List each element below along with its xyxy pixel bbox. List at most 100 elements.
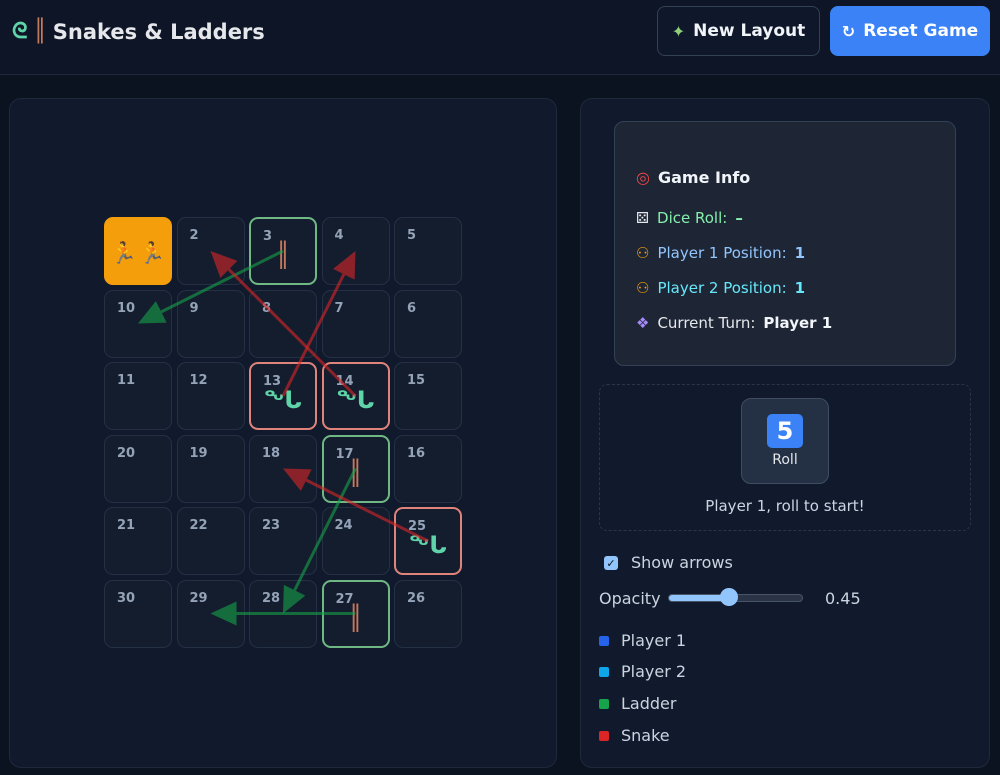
board-cell-29: 29 <box>176 579 245 648</box>
current-turn-label: Current Turn: <box>657 314 756 332</box>
game-info-title: ◎ Game Info <box>636 168 750 187</box>
opacity-value: 0.45 <box>825 589 861 608</box>
board-cell-25: 25 ᖓ <box>394 507 462 575</box>
legend-swatch <box>599 730 609 741</box>
roll-button[interactable]: 5 Roll <box>741 398 829 484</box>
cell-number: 30 <box>117 590 136 606</box>
board-cell-20: 20 <box>104 434 172 503</box>
board-cell-14: 14 ᖓ <box>321 362 390 430</box>
snake-icon: ᘓ <box>12 19 28 44</box>
show-arrows-checkbox[interactable]: ✓ <box>604 556 618 570</box>
ladder-icon: ║ <box>348 603 363 632</box>
show-arrows-label[interactable]: Show arrows <box>631 553 733 572</box>
board-cell-6: 6 <box>394 289 462 358</box>
cell-number: 12 <box>189 373 208 388</box>
cell-number: 18 <box>262 445 281 461</box>
player2-token-icon: 🏃 <box>139 240 166 265</box>
cell-number: 9 <box>189 300 199 316</box>
runner-icon: ⚇ <box>636 244 650 262</box>
board-cell-12: 12 <box>176 362 245 430</box>
board-cell-3: 3 ║ <box>249 217 317 285</box>
gamepad-icon: ❖ <box>636 314 650 332</box>
board-cell-5: 5 <box>394 217 462 285</box>
board-cell-24: 24 <box>321 507 390 575</box>
dice-face-icon: 5 <box>767 414 803 448</box>
cell-number: 10 <box>117 300 136 316</box>
board-cell-17: 17 ║ <box>321 434 390 503</box>
board-cell-18: 18 <box>249 434 317 503</box>
board-cell-26: 26 <box>394 579 462 648</box>
board-cell-28: 28 <box>249 579 317 648</box>
board-cell-27: 27 ║ <box>321 579 390 648</box>
legend-item-snake: Snake <box>599 726 670 745</box>
game-info-title-text: Game Info <box>657 168 751 187</box>
snake-icon: ᖓ <box>408 531 448 559</box>
legend-swatch <box>599 698 609 709</box>
snake-icon: ᖓ <box>263 386 303 414</box>
ladder-icon: ║ <box>348 458 363 487</box>
board-cell-10: 10 <box>104 289 172 358</box>
cell-number: 15 <box>407 373 426 388</box>
snake-icon: ᖓ <box>336 386 375 414</box>
board-cell-8: 8 <box>249 289 317 358</box>
dice-roll-label: Dice Roll: <box>657 209 728 227</box>
ladder-icon: ║ <box>33 19 47 44</box>
board-cell-21: 21 <box>104 507 172 575</box>
legend-swatch <box>599 635 609 646</box>
legend-item-player2: Player 2 <box>599 662 686 681</box>
cell-number: 8 <box>262 300 272 316</box>
player2-position-label: Player 2 Position: <box>657 279 787 297</box>
board-cell-22: 22 <box>176 507 245 575</box>
cell-number: 7 <box>334 300 344 316</box>
player2-position-value: 1 <box>794 279 806 297</box>
header: ᘓ ║ Snakes & Ladders ✦ New Layout ↻ Rese… <box>0 0 1000 75</box>
board-cell-1: 🏃 🏃 <box>104 217 172 285</box>
board-cell-16: 16 <box>394 434 462 503</box>
puzzle-icon: ✦ <box>671 21 686 41</box>
player2-position-line: ⚇ Player 2 Position: 1 <box>636 279 805 297</box>
cell-number: 5 <box>407 228 417 243</box>
board-panel <box>9 98 557 768</box>
cell-number: 2 <box>189 228 199 243</box>
cell-number: 21 <box>117 518 136 533</box>
player1-position-line: ⚇ Player 1 Position: 1 <box>636 244 805 262</box>
current-turn-line: ❖ Current Turn: Player 1 <box>636 314 832 332</box>
board-cell-7: 7 <box>321 289 390 358</box>
reset-game-button[interactable]: ↻ Reset Game <box>830 6 990 56</box>
runner-icon: ⚇ <box>636 279 650 297</box>
new-layout-label: New Layout <box>693 21 806 41</box>
legend-item-player1: Player 1 <box>599 631 686 650</box>
cell-number: 11 <box>117 373 136 388</box>
roll-message: Player 1, roll to start! <box>705 497 865 515</box>
player-tokens: 🏃 🏃 <box>106 219 170 283</box>
ladder-icon: ║ <box>275 241 291 269</box>
app-title-text: Snakes & Ladders <box>52 20 265 44</box>
legend-swatch <box>599 666 609 677</box>
reset-game-label: Reset Game <box>863 21 979 41</box>
cell-number: 4 <box>334 228 344 243</box>
board-cell-4: 4 <box>321 217 390 285</box>
board-cell-9: 9 <box>176 289 245 358</box>
opacity-label: Opacity <box>599 589 661 608</box>
dice-icon: ⚄ <box>636 209 650 227</box>
legend-label: Player 2 <box>621 662 687 681</box>
cell-number: 19 <box>189 445 208 461</box>
cell-number: 26 <box>407 590 426 606</box>
board-cell-13: 13 ᖓ <box>249 362 317 430</box>
cell-number: 6 <box>407 300 417 316</box>
player1-position-label: Player 1 Position: <box>657 244 787 262</box>
player1-position-value: 1 <box>794 244 806 262</box>
new-layout-button[interactable]: ✦ New Layout <box>657 6 820 56</box>
board-cell-19: 19 <box>176 434 245 503</box>
legend-label: Player 1 <box>621 631 687 650</box>
board-cell-15: 15 <box>394 362 462 430</box>
dice-roll-value: – <box>735 209 743 227</box>
opacity-slider-thumb[interactable] <box>719 588 738 606</box>
cell-number: 29 <box>189 590 208 606</box>
dice-roll-line: ⚄ Dice Roll: – <box>636 209 743 227</box>
cell-number: 24 <box>334 518 353 533</box>
board-cell-2: 2 <box>176 217 245 285</box>
legend-label: Ladder <box>621 694 677 713</box>
cell-number: 16 <box>407 445 426 461</box>
roll-button-label: Roll <box>772 452 798 468</box>
